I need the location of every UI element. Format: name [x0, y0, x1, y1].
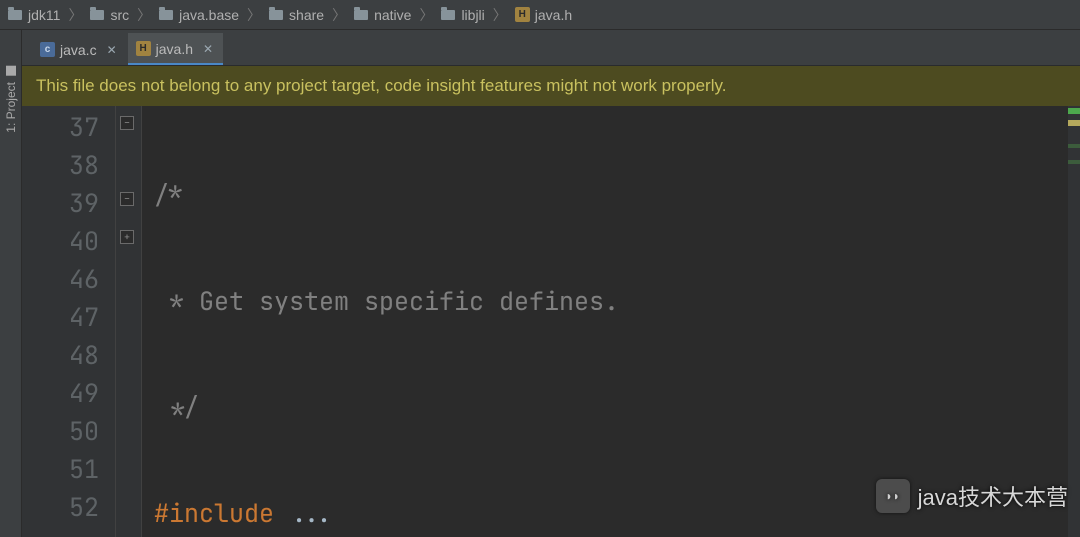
watermark-text: java技术大本营	[918, 480, 1068, 512]
tab-label: java.c	[60, 42, 97, 58]
fold-toggle[interactable]: +	[120, 230, 134, 244]
project-icon	[6, 66, 16, 76]
code-editor[interactable]: 37 38 39 40 46 47 48 49 50 51 52 – – +	[22, 106, 1080, 537]
c-file-icon	[40, 42, 55, 57]
wechat-icon: ◗◗	[876, 479, 910, 513]
banner-text: This file does not belong to any project…	[36, 76, 726, 96]
fold-toggle[interactable]: –	[120, 116, 134, 130]
editor-scrollbar[interactable]	[1068, 106, 1080, 537]
folder-icon	[269, 10, 283, 20]
fold-toggle[interactable]: –	[120, 192, 134, 206]
close-icon[interactable]: ✕	[203, 42, 213, 56]
folder-icon	[159, 10, 173, 20]
inspection-indicator[interactable]	[1068, 108, 1080, 114]
breadcrumb-item[interactable]: jdk11〉	[8, 5, 90, 25]
close-icon[interactable]: ✕	[107, 43, 117, 57]
breadcrumb-item[interactable]: src〉	[90, 5, 159, 25]
warning-stripe[interactable]	[1068, 160, 1080, 164]
file-warning-banner[interactable]: This file does not belong to any project…	[22, 66, 1080, 106]
project-toolwindow-button[interactable]: 1: Project	[2, 60, 20, 139]
breadcrumb-item[interactable]: share〉	[269, 5, 354, 25]
breadcrumb-item[interactable]: libjli〉	[441, 5, 514, 25]
breadcrumb-item[interactable]: java.h	[515, 7, 572, 23]
breadcrumb-item[interactable]: java.base〉	[159, 5, 269, 25]
editor-tabs: java.c ✕ java.h ✕	[22, 30, 1080, 66]
folder-icon	[8, 10, 22, 20]
breadcrumb-bar: jdk11〉 src〉 java.base〉 share〉 native〉 li…	[0, 0, 1080, 30]
header-file-icon	[136, 41, 151, 56]
warning-stripe[interactable]	[1068, 120, 1080, 126]
folder-icon	[354, 10, 368, 20]
fold-gutter: – – +	[116, 106, 142, 537]
header-file-icon	[515, 7, 530, 22]
folder-icon	[90, 10, 104, 20]
editor-tab[interactable]: java.h ✕	[128, 33, 223, 65]
watermark: ◗◗ java技术大本营	[876, 479, 1068, 513]
warning-stripe[interactable]	[1068, 144, 1080, 148]
line-number-gutter: 37 38 39 40 46 47 48 49 50 51 52	[22, 106, 116, 537]
breadcrumb-item[interactable]: native〉	[354, 5, 441, 25]
folder-icon	[441, 10, 455, 20]
tool-window-stripe: 1: Project	[0, 30, 22, 537]
code-content[interactable]: /* * Get system specific defines. */ #in…	[142, 106, 1080, 537]
tab-label: java.h	[156, 41, 193, 57]
editor-tab[interactable]: java.c ✕	[32, 33, 127, 65]
